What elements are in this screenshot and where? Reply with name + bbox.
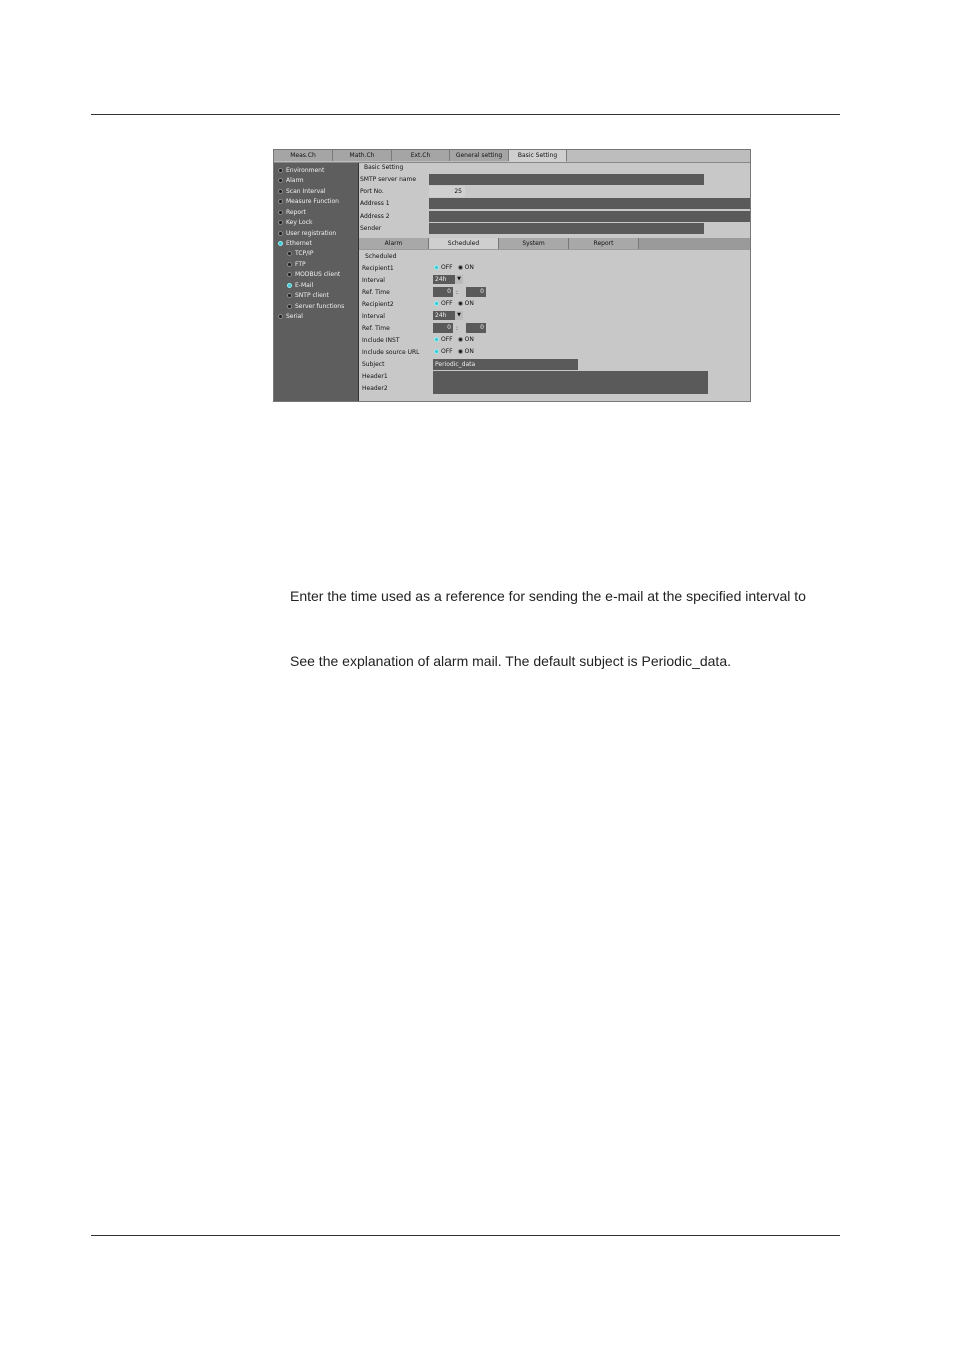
tree-item-server-functions[interactable]: Server functions — [287, 302, 344, 311]
tab-report[interactable]: Report — [569, 238, 639, 249]
reftime1-minute-field[interactable]: 0 — [466, 287, 486, 297]
include-inst-toggle[interactable]: OFF ON — [434, 336, 479, 343]
radio-on-icon[interactable] — [457, 349, 463, 354]
tree-item-ftp[interactable]: FTP — [287, 260, 306, 269]
scheduled-group-title: Scheduled — [365, 253, 397, 260]
radio-off-icon[interactable] — [434, 301, 439, 306]
status-led-icon — [278, 220, 283, 225]
settings-screenshot: Meas.Ch Math.Ch Ext.Ch General setting B… — [273, 149, 751, 402]
include-url-toggle[interactable]: OFF ON — [434, 348, 479, 355]
chevron-down-icon[interactable]: ▼ — [455, 311, 463, 320]
reftime2-hour-field[interactable]: 0 — [433, 323, 453, 333]
tree-item-key-lock[interactable]: Key Lock — [278, 218, 312, 227]
chevron-down-icon[interactable]: ▼ — [455, 275, 463, 284]
reftime1-separator: : — [456, 289, 459, 296]
status-led-icon — [287, 293, 292, 298]
radio-on-icon[interactable] — [457, 265, 463, 270]
reftime1-label: Ref. Time — [362, 289, 390, 296]
main-tab-bar: Meas.Ch Math.Ch Ext.Ch General setting B… — [274, 150, 750, 163]
status-led-icon — [287, 272, 292, 277]
interval2-label: Interval — [362, 313, 385, 320]
status-led-icon — [278, 199, 283, 204]
smtp-server-field[interactable] — [429, 174, 704, 185]
recipient1-label: Recipient1 — [362, 265, 394, 272]
reftime2-minute-field[interactable]: 0 — [466, 323, 486, 333]
status-led-icon — [287, 262, 292, 267]
tree-item-alarm[interactable]: Alarm — [278, 176, 304, 185]
interval1-select[interactable]: 24h ▼ — [433, 275, 463, 284]
radio-on-icon[interactable] — [457, 301, 463, 306]
tab-scheduled[interactable]: Scheduled — [429, 238, 499, 249]
settings-panel: Basic Setting SMTP server name Port No. … — [359, 163, 750, 401]
smtp-server-label: SMTP server name — [360, 176, 417, 183]
address2-field[interactable] — [429, 211, 750, 222]
body-paragraph-subject: See the explanation of alarm mail. The d… — [290, 653, 731, 669]
tree-item-user-registration[interactable]: User registration — [278, 229, 336, 238]
status-led-icon — [278, 241, 283, 246]
sender-label: Sender — [360, 225, 382, 232]
status-led-icon — [278, 178, 283, 183]
header2-label: Header2 — [362, 385, 388, 392]
top-rule — [91, 114, 840, 115]
status-led-icon — [278, 314, 283, 319]
email-sub-tab-bar: Alarm Scheduled System Report — [359, 238, 750, 250]
status-led-icon — [287, 304, 292, 309]
tab-meas-ch[interactable]: Meas.Ch — [274, 150, 333, 161]
status-led-icon — [278, 168, 283, 173]
tree-item-ethernet[interactable]: Ethernet — [278, 239, 312, 248]
tree-item-modbus-client[interactable]: MODBUS client — [287, 270, 340, 279]
status-led-icon — [287, 283, 292, 288]
tab-general-setting[interactable]: General setting — [450, 150, 509, 161]
include-url-label: Include source URL — [362, 349, 420, 356]
port-label: Port No. — [360, 188, 384, 195]
tab-math-ch[interactable]: Math.Ch — [333, 150, 392, 161]
header1-label: Header1 — [362, 373, 388, 380]
address1-label: Address 1 — [360, 200, 390, 207]
bottom-rule — [91, 1235, 840, 1236]
reftime2-separator: : — [456, 325, 459, 332]
recipient1-toggle[interactable]: OFF ON — [434, 264, 479, 271]
status-led-icon — [278, 189, 283, 194]
tab-ext-ch[interactable]: Ext.Ch — [392, 150, 450, 161]
status-led-icon — [278, 231, 283, 236]
tree-item-serial[interactable]: Serial — [278, 312, 303, 321]
tab-basic-setting[interactable]: Basic Setting — [509, 150, 567, 162]
sender-field[interactable] — [429, 223, 704, 234]
subject-field[interactable]: Periodic_data — [433, 359, 578, 370]
header-field[interactable] — [433, 371, 708, 394]
status-led-icon — [287, 251, 292, 256]
interval1-label: Interval — [362, 277, 385, 284]
recipient2-label: Recipient2 — [362, 301, 394, 308]
tree-item-environment[interactable]: Environment — [278, 166, 324, 175]
tab-alarm[interactable]: Alarm — [359, 238, 429, 249]
tree-item-sntp-client[interactable]: SNTP client — [287, 291, 329, 300]
tab-system[interactable]: System — [499, 238, 569, 249]
address2-label: Address 2 — [360, 213, 390, 220]
radio-off-icon[interactable] — [434, 349, 439, 354]
basic-setting-group-title: Basic Setting — [364, 164, 404, 171]
tree-item-email[interactable]: E-Mail — [287, 281, 313, 290]
include-inst-label: Include INST — [362, 337, 400, 344]
reftime2-label: Ref. Time — [362, 325, 390, 332]
interval2-select[interactable]: 24h ▼ — [433, 311, 463, 320]
radio-on-icon[interactable] — [457, 337, 463, 342]
tree-item-measure-function[interactable]: Measure Function — [278, 197, 339, 206]
tree-item-scan-interval[interactable]: Scan Interval — [278, 187, 325, 196]
radio-off-icon[interactable] — [434, 265, 439, 270]
tree-item-report[interactable]: Report — [278, 208, 306, 217]
body-paragraph-reference-time: Enter the time used as a reference for s… — [290, 588, 806, 604]
settings-tree: Environment Alarm Scan Interval Measure … — [274, 163, 359, 401]
port-field[interactable]: 25 — [429, 186, 465, 197]
subject-label: Subject — [362, 361, 385, 368]
address1-field[interactable] — [429, 198, 750, 209]
status-led-icon — [278, 210, 283, 215]
recipient2-toggle[interactable]: OFF ON — [434, 300, 479, 307]
tree-item-tcpip[interactable]: TCP/IP — [287, 249, 314, 258]
radio-off-icon[interactable] — [434, 337, 439, 342]
reftime1-hour-field[interactable]: 0 — [433, 287, 453, 297]
